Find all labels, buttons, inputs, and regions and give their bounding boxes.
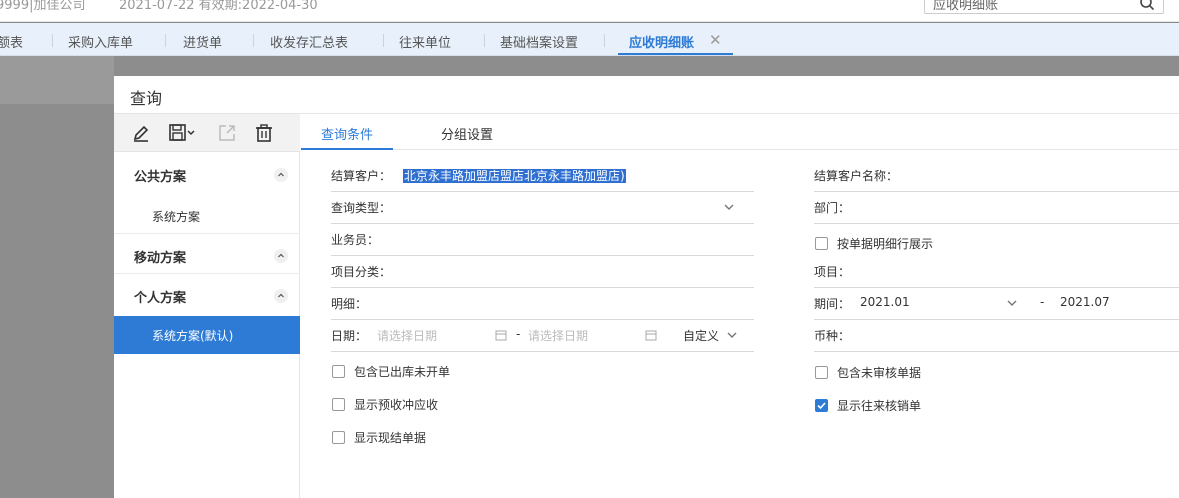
tab-item[interactable]: 额表 [0, 32, 23, 51]
tab-divider [383, 34, 384, 47]
tab-item[interactable]: 采购入库单 [68, 32, 133, 51]
checkbox[interactable] [815, 366, 828, 379]
top-bar: 9999|加佳公司 2021-07-22 有效期:2022-04-30 [0, 0, 1179, 22]
save-icon[interactable] [166, 122, 198, 144]
chevron-up-icon[interactable] [274, 289, 288, 303]
period-end-select[interactable]: 2021.07 [1060, 295, 1110, 309]
tab-query-conditions[interactable]: 查询条件 [321, 124, 373, 143]
field-label: 结算客户名称： [814, 169, 899, 183]
overlay-region [0, 56, 114, 104]
checkbox[interactable] [332, 431, 345, 444]
field-label: 业务员： [331, 233, 380, 247]
close-icon[interactable]: ✕ [709, 31, 722, 49]
divider [114, 233, 300, 234]
query-tabs: 查询条件 分组设置 [301, 114, 1179, 150]
query-panel: 查询条件 分组设置 结算客户： 北京永丰路加盟店盟店北京永丰路加盟店) 查询类型… [301, 114, 1179, 498]
chevron-down-icon[interactable] [724, 202, 734, 212]
dialog-title: 查询 [130, 89, 163, 108]
edit-icon[interactable] [130, 122, 152, 144]
tab-active[interactable]: 应收明细账 [629, 32, 694, 51]
checkbox-checked[interactable] [815, 399, 828, 412]
currency-field[interactable]: 币种： [814, 320, 1179, 352]
project-category-field[interactable]: 项目分类： [331, 256, 754, 288]
field-label: 查询类型： [331, 201, 392, 215]
checkbox-label: 包含未审核单据 [837, 366, 922, 380]
period-start-select[interactable]: 2021.01 [860, 295, 910, 309]
query-type-select[interactable]: 查询类型： [331, 192, 754, 224]
group-title[interactable]: 公共方案 [134, 166, 186, 185]
active-tab-indicator [618, 53, 733, 55]
field-label: 项目： [814, 265, 851, 279]
date-range-field[interactable]: 日期： 请选择日期 - 请选择日期 自定义 [331, 320, 754, 352]
checkbox-label: 显示现结单据 [354, 431, 427, 445]
customer-name-field[interactable]: 结算客户名称： [814, 160, 1179, 192]
active-tab-indicator [301, 148, 393, 150]
tab-item[interactable]: 收发存汇总表 [270, 32, 348, 51]
date-info: 2021-07-22 有效期:2022-04-30 [119, 0, 318, 13]
tab-item[interactable]: 基础档案设置 [500, 32, 578, 51]
field-label: 币种： [814, 329, 851, 343]
tab-strip: 额表 采购入库单 进货单 收发存汇总表 往来单位 基础档案设置 应收明细账 ✕ [0, 23, 1179, 56]
date-mode-select[interactable]: 自定义 [683, 327, 719, 344]
company-name: 9999|加佳公司 [0, 0, 86, 13]
tab-divider [484, 34, 485, 47]
detail-field[interactable]: 明细： [331, 288, 754, 320]
tab-item[interactable]: 往来单位 [399, 32, 451, 51]
scheme-panel: 公共方案 系统方案 移动方案 个人方案 系统方案(默认) [114, 114, 300, 498]
search-icon[interactable] [1139, 0, 1155, 11]
global-search[interactable] [924, 0, 1164, 14]
field-label: 明细： [331, 297, 368, 311]
salesman-field[interactable]: 业务员： [331, 224, 754, 256]
period-separator: - [1040, 295, 1045, 309]
tab-divider [52, 34, 53, 47]
project-field[interactable]: 项目： [814, 256, 1179, 288]
checkbox-label: 显示预收冲应收 [354, 398, 439, 412]
search-input[interactable] [933, 0, 1133, 13]
tab-divider [165, 34, 166, 47]
date-separator: - [516, 327, 521, 341]
delete-icon[interactable] [253, 122, 275, 144]
checkbox-label: 按单据明细行展示 [837, 237, 934, 251]
chevron-up-icon[interactable] [274, 168, 288, 182]
checkbox[interactable] [332, 365, 345, 378]
tab-item[interactable]: 进货单 [183, 32, 222, 51]
chevron-down-icon[interactable] [1007, 298, 1017, 308]
field-label: 部门： [814, 201, 851, 215]
tab-group-settings[interactable]: 分组设置 [441, 124, 493, 143]
date-start-input[interactable]: 请选择日期 [377, 327, 437, 344]
checkbox-label: 包含已出库未开单 [354, 365, 451, 379]
checkbox-label: 显示往来核销单 [837, 399, 922, 413]
checkbox[interactable] [815, 237, 828, 250]
chevron-down-icon[interactable] [727, 330, 737, 340]
scheme-toolbar [114, 114, 300, 152]
divider [114, 273, 300, 274]
checkbox[interactable] [332, 398, 345, 411]
field-label: 项目分类： [331, 265, 392, 279]
scheme-item-label: 系统方案 [152, 210, 201, 224]
field-label: 日期： [331, 329, 368, 343]
date-end-input[interactable]: 请选择日期 [528, 327, 588, 344]
calendar-icon[interactable] [645, 329, 657, 341]
tab-divider [253, 34, 254, 47]
selected-text[interactable]: 北京永丰路加盟店盟店北京永丰路加盟店) [403, 169, 626, 183]
scheme-item[interactable]: 系统方案 [114, 198, 300, 234]
department-field[interactable]: 部门： [814, 192, 1179, 224]
customer-field[interactable]: 结算客户： 北京永丰路加盟店盟店北京永丰路加盟店) [331, 160, 754, 192]
check-icon [817, 402, 826, 410]
group-title[interactable]: 移动方案 [134, 247, 186, 266]
field-label: 期间： [814, 297, 851, 311]
field-label: 结算客户： [331, 169, 392, 183]
period-range-field[interactable]: 期间： 2021.01 - 2021.07 [814, 288, 1179, 320]
group-title[interactable]: 个人方案 [134, 287, 186, 306]
query-dialog: 查询 公共方案 系统方案 移动方案 个人方案 系统方案(默认) 查询条件 分组设… [114, 76, 1179, 498]
customer-value[interactable]: 北京永丰路加盟店盟店北京永丰路加盟店) [403, 167, 626, 184]
scheme-item-label: 系统方案(默认) [152, 329, 234, 343]
scheme-item-selected[interactable]: 系统方案(默认) [114, 316, 300, 354]
export-icon[interactable] [216, 122, 238, 144]
chevron-up-icon[interactable] [274, 249, 288, 263]
tab-divider [604, 34, 605, 47]
calendar-icon[interactable] [495, 329, 507, 341]
